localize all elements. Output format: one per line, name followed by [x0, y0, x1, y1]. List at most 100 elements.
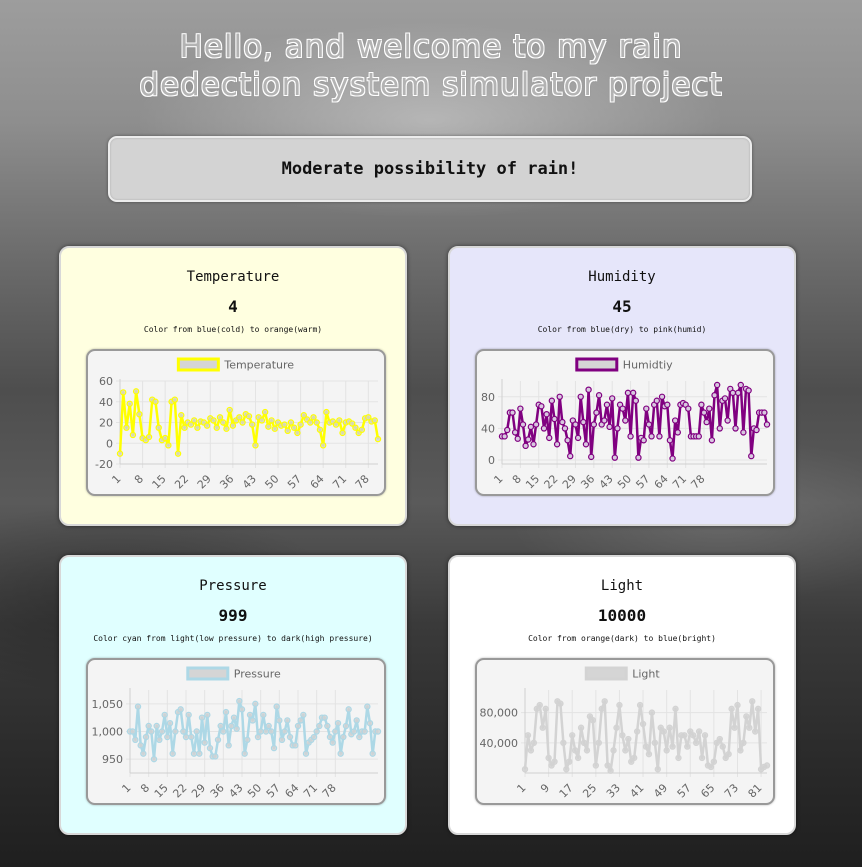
data-point[interactable]: [171, 396, 179, 403]
data-point[interactable]: [710, 758, 718, 765]
data-point[interactable]: [220, 728, 227, 735]
chart-legend[interactable]: Humidtiy: [575, 357, 673, 372]
data-point[interactable]: [706, 405, 713, 412]
data-point[interactable]: [624, 389, 632, 397]
data-point[interactable]: [684, 743, 691, 750]
data-point[interactable]: [608, 395, 616, 402]
data-point[interactable]: [564, 437, 571, 444]
data-point[interactable]: [369, 750, 376, 757]
data-point[interactable]: [332, 728, 339, 735]
data-point[interactable]: [336, 417, 343, 424]
data-point[interactable]: [574, 434, 582, 442]
data-point[interactable]: [201, 739, 208, 746]
data-point[interactable]: [651, 739, 659, 747]
data-point[interactable]: [150, 755, 158, 763]
data-point[interactable]: [695, 433, 702, 440]
data-point[interactable]: [701, 732, 709, 739]
data-point[interactable]: [542, 705, 549, 713]
data-point[interactable]: [134, 703, 142, 710]
data-point[interactable]: [210, 417, 217, 424]
data-point[interactable]: [261, 408, 269, 416]
data-point[interactable]: [153, 722, 160, 730]
data-point[interactable]: [342, 722, 350, 730]
data-point[interactable]: [559, 418, 566, 426]
data-point[interactable]: [601, 698, 608, 705]
data-point[interactable]: [585, 386, 592, 393]
data-point[interactable]: [604, 762, 611, 769]
data-point[interactable]: [737, 747, 744, 754]
data-point[interactable]: [671, 417, 679, 424]
data-point[interactable]: [725, 750, 732, 758]
data-point[interactable]: [169, 750, 176, 757]
data-point[interactable]: [633, 728, 641, 735]
data-point[interactable]: [569, 732, 576, 739]
data-point[interactable]: [136, 411, 143, 418]
data-point[interactable]: [319, 442, 327, 449]
data-point[interactable]: [616, 701, 623, 709]
data-point[interactable]: [155, 424, 162, 431]
data-point[interactable]: [270, 744, 278, 752]
data-point[interactable]: [582, 441, 590, 448]
data-point[interactable]: [321, 714, 328, 721]
data-point[interactable]: [180, 728, 187, 735]
data-point[interactable]: [206, 744, 214, 752]
data-point[interactable]: [241, 750, 248, 757]
data-point[interactable]: [740, 429, 747, 436]
data-point[interactable]: [763, 421, 771, 428]
data-point[interactable]: [527, 423, 535, 431]
data-point[interactable]: [501, 433, 508, 440]
data-point[interactable]: [669, 455, 676, 462]
data-point[interactable]: [629, 389, 637, 397]
data-point[interactable]: [258, 417, 266, 424]
data-point[interactable]: [313, 728, 320, 735]
data-point[interactable]: [700, 409, 708, 416]
data-point[interactable]: [648, 709, 656, 716]
data-point[interactable]: [313, 419, 320, 426]
data-point[interactable]: [729, 389, 737, 397]
data-point[interactable]: [203, 422, 211, 429]
data-point[interactable]: [622, 417, 629, 424]
data-point[interactable]: [577, 393, 584, 401]
data-point[interactable]: [563, 766, 570, 773]
data-point[interactable]: [123, 424, 130, 431]
data-point[interactable]: [732, 425, 739, 432]
data-point[interactable]: [249, 421, 256, 428]
data-point[interactable]: [339, 429, 346, 437]
data-point[interactable]: [509, 409, 516, 416]
data-point[interactable]: [654, 766, 662, 773]
data-point[interactable]: [598, 705, 605, 713]
data-point[interactable]: [572, 421, 579, 428]
data-point[interactable]: [539, 724, 546, 731]
data-point[interactable]: [219, 419, 227, 426]
data-point[interactable]: [653, 397, 661, 404]
data-point[interactable]: [158, 728, 166, 735]
data-point[interactable]: [713, 381, 721, 389]
data-point[interactable]: [323, 408, 330, 416]
data-point[interactable]: [517, 405, 524, 412]
data-point[interactable]: [666, 724, 673, 731]
data-point[interactable]: [324, 722, 331, 730]
data-point[interactable]: [262, 728, 270, 735]
data-point[interactable]: [592, 762, 600, 769]
data-point[interactable]: [371, 417, 378, 424]
data-point[interactable]: [606, 423, 613, 431]
data-point[interactable]: [196, 750, 203, 757]
chart-legend[interactable]: Temperature: [176, 357, 294, 372]
data-point[interactable]: [172, 728, 179, 735]
data-point[interactable]: [177, 706, 184, 713]
data-point[interactable]: [748, 452, 755, 460]
data-point[interactable]: [613, 724, 620, 731]
data-point[interactable]: [307, 419, 314, 426]
data-point[interactable]: [268, 417, 275, 424]
data-point[interactable]: [622, 747, 629, 754]
data-point[interactable]: [265, 722, 272, 730]
data-point[interactable]: [281, 728, 288, 735]
data-point[interactable]: [721, 395, 729, 402]
data-point[interactable]: [236, 414, 243, 421]
data-point[interactable]: [521, 766, 529, 773]
data-point[interactable]: [212, 753, 219, 760]
data-point[interactable]: [246, 711, 254, 719]
data-point[interactable]: [588, 453, 595, 461]
data-point[interactable]: [639, 720, 647, 728]
data-point[interactable]: [611, 454, 619, 461]
